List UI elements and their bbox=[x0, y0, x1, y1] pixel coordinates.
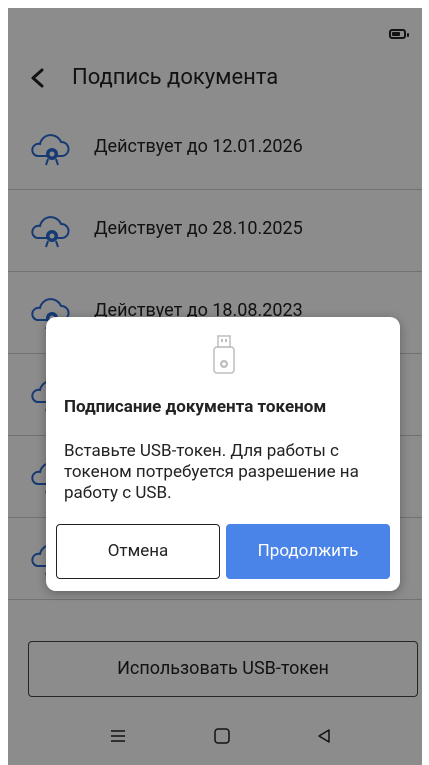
dialog-title: Подписание документа токеном bbox=[64, 397, 327, 417]
continue-label: Продолжить bbox=[257, 541, 359, 561]
screen: Подпись документа Действует до 12.01.202… bbox=[8, 8, 422, 765]
cancel-button[interactable]: Отмена bbox=[56, 524, 220, 579]
cancel-label: Отмена bbox=[107, 541, 169, 561]
continue-button[interactable]: Продолжить bbox=[226, 524, 390, 579]
token-sign-dialog: Подписание документа токеном Вставьте US… bbox=[46, 317, 400, 591]
dialog-message: Вставьте USB-токен. Для работы с токеном… bbox=[64, 441, 359, 503]
usb-token-icon bbox=[213, 335, 235, 374]
